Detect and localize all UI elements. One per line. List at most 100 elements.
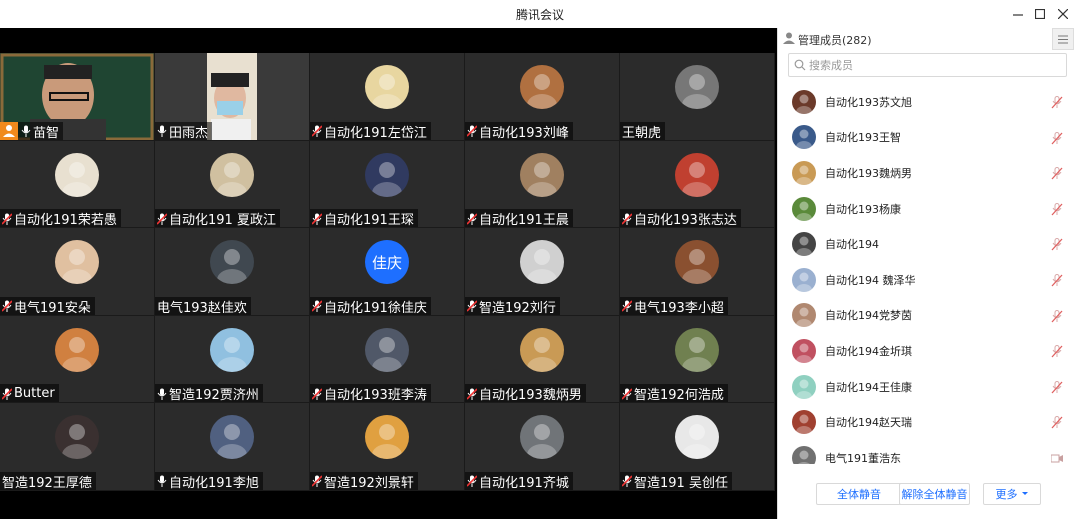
participant-tile[interactable]: 自动化193班李涛 xyxy=(310,315,465,404)
participant-tile[interactable]: 自动化191齐城 xyxy=(465,403,620,491)
avatar xyxy=(365,152,409,197)
minimize-button[interactable] xyxy=(1008,4,1028,24)
participant-tile[interactable]: 田雨杰 xyxy=(155,53,310,141)
camera-off-icon[interactable] xyxy=(1051,452,1063,464)
member-row[interactable]: 自动化193王智 xyxy=(778,120,1078,156)
member-row[interactable]: 自动化193杨康 xyxy=(778,191,1078,227)
participant-name: 田雨杰 xyxy=(169,125,209,141)
mic-muted-icon xyxy=(622,213,632,225)
participant-name: 自动化191荣若愚 xyxy=(14,213,117,229)
participant-name: Butter xyxy=(14,386,55,402)
mic-muted-icon xyxy=(157,213,167,225)
participant-name: 王朝虎 xyxy=(622,125,662,141)
participant-tile[interactable]: 智造191 吴创任 xyxy=(620,403,775,491)
member-row[interactable]: 自动化194 xyxy=(778,226,1078,262)
participant-name: 自动化191 夏政江 xyxy=(169,213,276,229)
mic-muted-icon[interactable] xyxy=(1051,167,1063,180)
avatar xyxy=(210,327,254,372)
mic-muted-icon xyxy=(467,300,477,313)
participant-tile[interactable]: 电气191安朵 xyxy=(0,228,155,316)
participant-name-label: 田雨杰 xyxy=(155,121,213,141)
mic-muted-icon xyxy=(467,213,477,225)
mic-muted-icon[interactable] xyxy=(1051,96,1063,109)
avatar xyxy=(210,152,254,197)
participant-name-label: 自动化191齐城 xyxy=(465,471,573,490)
mute-all-button[interactable]: 全体静音 xyxy=(816,483,902,505)
mic-muted-icon[interactable] xyxy=(1051,238,1063,251)
participant-tile[interactable]: 苗智 xyxy=(0,53,155,141)
participant-tile[interactable]: 自动化191李旭 xyxy=(155,403,310,491)
participant-tile[interactable]: 电气193赵佳欢 xyxy=(155,228,310,316)
avatar xyxy=(520,65,564,109)
member-row[interactable]: 电气191董浩东 xyxy=(778,440,1078,464)
participant-tile[interactable]: 自动化191左岱江 xyxy=(310,53,465,141)
participant-tile[interactable]: 自动化191王琛 xyxy=(310,140,465,229)
participant-tile[interactable]: 自动化191王晨 xyxy=(465,140,620,229)
participant-tile[interactable]: 自动化193刘峰 xyxy=(465,53,620,141)
member-row[interactable]: 自动化193魏炳男 xyxy=(778,155,1078,191)
mic-muted-icon[interactable] xyxy=(1051,202,1063,216)
maximize-icon xyxy=(1035,9,1045,19)
participant-tile[interactable]: 自动化191荣若愚 xyxy=(0,140,155,229)
member-row[interactable]: 自动化194赵天瑞 xyxy=(778,404,1078,440)
avatar xyxy=(792,374,816,399)
member-row[interactable]: 自动化194金圻琪 xyxy=(778,333,1078,369)
mic-muted-icon[interactable] xyxy=(1051,345,1063,358)
participant-name: 自动化191王琛 xyxy=(324,213,414,229)
mic-muted-icon[interactable] xyxy=(1051,416,1063,429)
maximize-button[interactable] xyxy=(1030,4,1050,24)
member-name: 自动化194 xyxy=(825,238,879,252)
participant-tile[interactable]: 佳庆 自动化191徐佳庆 xyxy=(310,228,465,316)
member-row[interactable]: 自动化194王佳康 xyxy=(778,369,1078,405)
avatar xyxy=(520,415,564,460)
unmute-all-button[interactable]: 解除全体静音 xyxy=(899,483,970,505)
participant-tile[interactable]: Butter xyxy=(0,315,155,404)
participant-name-label: 自动化191李旭 xyxy=(155,471,263,490)
close-button[interactable] xyxy=(1053,4,1073,24)
avatar xyxy=(675,415,719,460)
avatar xyxy=(792,445,816,464)
member-row[interactable]: 自动化194党梦茵 xyxy=(778,298,1078,334)
participant-tile[interactable]: 智造192刘景轩 xyxy=(310,403,465,491)
member-panel: 管理成员(282) 自动化193苏文旭自动化193王智自动化193魏炳男自动化1… xyxy=(777,28,1080,519)
avatar xyxy=(55,152,99,197)
mic-muted-icon xyxy=(312,388,322,400)
participant-name-label: 自动化191王琛 xyxy=(310,209,418,227)
avatar xyxy=(55,327,99,372)
participant-name-label: 智造192刘行 xyxy=(465,296,560,315)
avatar xyxy=(520,327,564,372)
member-name: 自动化193苏文旭 xyxy=(825,95,912,109)
participant-name-label: 智造191 吴创任 xyxy=(620,471,732,490)
mic-icon xyxy=(157,125,167,138)
participant-tile[interactable]: 智造192贾济州 xyxy=(155,315,310,404)
participant-tile[interactable]: 智造192王厚德 xyxy=(0,403,155,491)
panel-menu-button[interactable] xyxy=(1052,28,1074,50)
avatar xyxy=(792,338,816,363)
participant-tile[interactable]: 电气193李小超 xyxy=(620,228,775,316)
participant-name-label: 自动化193班李涛 xyxy=(310,384,431,402)
participant-name-label: 王朝虎 xyxy=(620,121,666,141)
participant-name: 苗智 xyxy=(33,125,60,141)
member-name: 自动化194党梦茵 xyxy=(825,309,912,323)
participant-tile[interactable]: 自动化193张志达 xyxy=(620,140,775,229)
mic-muted-icon[interactable] xyxy=(1051,380,1063,394)
search-input[interactable] xyxy=(809,56,1059,74)
host-icon xyxy=(0,122,18,140)
participant-name: 智造192何浩成 xyxy=(634,388,724,404)
more-button[interactable]: 更多 xyxy=(983,483,1041,505)
participant-tile[interactable]: 自动化193魏炳男 xyxy=(465,315,620,404)
mic-muted-icon[interactable] xyxy=(1051,131,1063,145)
member-row[interactable]: 自动化193苏文旭 xyxy=(778,84,1078,120)
participant-tile[interactable]: 自动化191 夏政江 xyxy=(155,140,310,229)
member-search[interactable] xyxy=(788,53,1067,77)
mic-muted-icon[interactable] xyxy=(1051,309,1063,323)
avatar xyxy=(792,267,816,292)
mic-icon xyxy=(157,475,167,488)
participant-tile[interactable]: 王朝虎 xyxy=(620,53,775,141)
video-grid: 苗智 田雨杰 自动化191左岱江 自动化193刘峰 王朝虎 自动化191荣若愚 自动化191… xyxy=(0,53,777,519)
participant-tile[interactable]: 智造192刘行 xyxy=(465,228,620,316)
member-name: 自动化194王佳康 xyxy=(825,380,912,394)
participant-tile[interactable]: 智造192何浩成 xyxy=(620,315,775,404)
mic-muted-icon[interactable] xyxy=(1051,273,1063,287)
member-row[interactable]: 自动化194 魏泽华 xyxy=(778,262,1078,298)
